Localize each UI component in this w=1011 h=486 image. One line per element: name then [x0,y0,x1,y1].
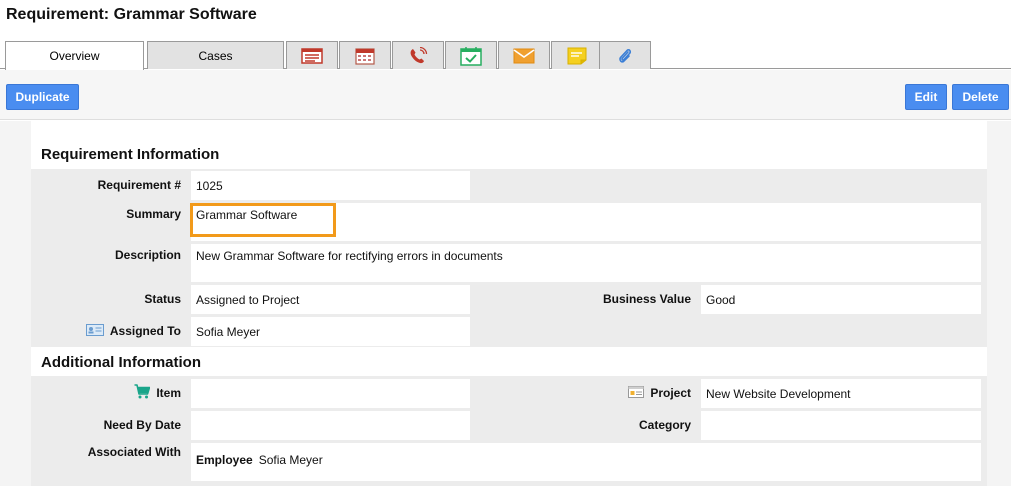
description-value: New Grammar Software for rectifying erro… [191,244,981,282]
detail-panel: Requirement Information Requirement # 10… [31,121,987,486]
need-by-date-value [191,411,470,440]
category-value [701,411,981,440]
item-value [191,379,470,408]
shopping-cart-icon [134,384,151,402]
tab-calls[interactable] [392,41,444,69]
tab-notes[interactable] [551,41,603,69]
phone-icon [408,46,428,65]
tab-tasks[interactable] [445,41,497,69]
need-by-date-label: Need By Date [103,418,181,432]
tab-attachments[interactable] [599,41,651,69]
summary-label: Summary [126,207,181,221]
status-label: Status [144,292,181,306]
project-value[interactable]: New Website Development [701,379,981,408]
email-icon [513,48,535,64]
list-icon [301,47,323,64]
note-icon [567,47,587,65]
edit-button[interactable]: Edit [905,84,947,110]
additional-info-grid: Item Project New Website Development Nee… [31,376,987,486]
requirement-number-value: 1025 [191,171,470,200]
contact-card-icon [85,323,104,339]
section-title-requirement-information: Requirement Information [41,146,220,163]
delete-button[interactable]: Delete [952,84,1009,110]
associated-with-value: Employee Sofia Meyer [191,443,981,481]
section-title-additional-information: Additional Information [41,354,201,371]
item-label: Item [31,379,181,407]
tab-activities[interactable] [286,41,338,69]
project-label: Project [501,379,691,407]
tab-emails[interactable] [498,41,550,69]
business-value-value: Good [701,285,981,314]
requirement-number-label: Requirement # [97,178,181,192]
description-label: Description [114,248,181,262]
requirement-info-grid: Requirement # 1025 Summary Grammar Softw… [31,169,987,347]
assigned-to-label: Assigned To [31,317,181,345]
summary-value: Grammar Software [191,203,981,241]
associated-type: Employee [196,453,253,467]
tab-calendar[interactable] [339,41,391,69]
page-title: Requirement: Grammar Software [6,6,257,23]
task-icon [460,46,482,66]
status-value: Assigned to Project [191,285,470,314]
detail-content: Requirement Information Requirement # 10… [0,121,1011,486]
tab-overview[interactable]: Overview [5,41,144,70]
calendar-icon [355,47,375,65]
attachment-icon [617,47,633,65]
associated-with-label: Associated With [87,445,181,459]
toolbar: Duplicate Edit Delete [0,70,1011,120]
project-icon [628,385,645,401]
tab-cases[interactable]: Cases [147,41,284,69]
business-value-label: Business Value [602,292,691,306]
duplicate-button[interactable]: Duplicate [6,84,79,110]
associated-name[interactable]: Sofia Meyer [259,453,323,467]
assigned-to-value[interactable]: Sofia Meyer [191,317,470,346]
category-label: Category [638,418,691,432]
tab-bar: Overview Cases [0,41,1011,70]
